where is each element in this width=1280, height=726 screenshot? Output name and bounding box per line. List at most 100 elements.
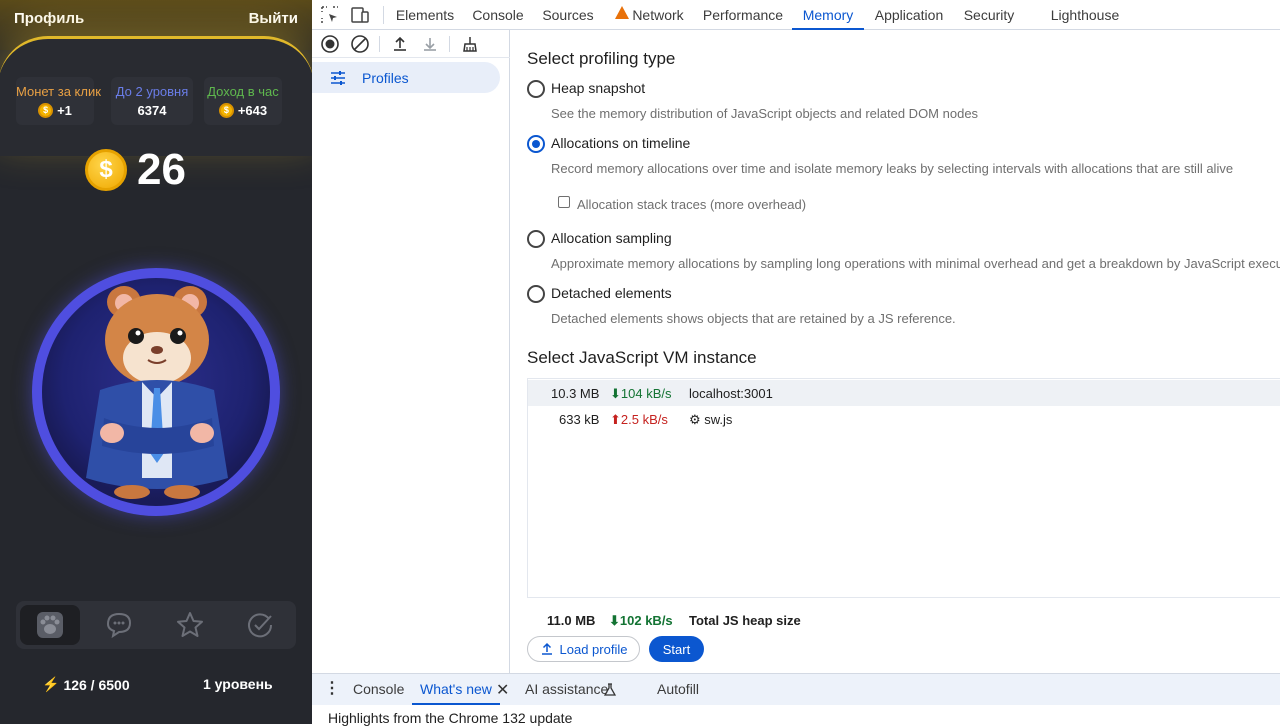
tab-sources[interactable]: Sources (540, 0, 596, 30)
tab-security[interactable]: Security (960, 0, 1018, 30)
stack-traces-label: Allocation stack traces (more overhead) (577, 197, 807, 212)
sidebar-item-profiles[interactable]: Profiles (312, 62, 500, 93)
drawer-tab-whats-new[interactable]: What's new (412, 674, 500, 705)
total-rate: ⬇102 kB/s (609, 613, 673, 628)
total-heap: 11.0 MB ⬇102 kB/s Total JS heap size (511, 613, 1280, 633)
load-profile-button[interactable]: Load profile (527, 636, 640, 662)
option-desc: Record memory allocations over time and … (551, 161, 1234, 176)
devtools-panel: Elements Console Sources Network Perform… (312, 0, 1280, 726)
radio-detached-elements[interactable] (527, 285, 545, 303)
vm-size: 633 kB (559, 412, 600, 427)
stat-value: +1 (57, 103, 72, 118)
option-heap-snapshot[interactable]: Heap snapshot See the memory distributio… (527, 80, 1267, 124)
vm-name: localhost:3001 (689, 386, 773, 401)
coin-icon: $ (218, 103, 234, 118)
device-toolbar-icon[interactable] (350, 5, 370, 25)
tab-network[interactable]: Network (632, 0, 684, 30)
option-title: Heap snapshot (551, 80, 646, 96)
tab-performance[interactable]: Performance (702, 0, 784, 30)
flask-icon (604, 683, 616, 696)
stat-value: +643 (237, 103, 268, 118)
sidebar-item-label: Profiles (362, 70, 409, 86)
vm-row-sw[interactable]: 633 kB ⬆2.5 kB/s ⚙ sw.js (528, 406, 1280, 432)
nav-tasks[interactable] (230, 605, 290, 645)
nav-chat[interactable] (90, 605, 150, 645)
vm-instance-heading: Select JavaScript VM instance (527, 348, 757, 367)
energy-counter: ⚡ 126 / 6500 (42, 676, 130, 693)
nav-star[interactable] (160, 605, 220, 645)
balance-value: 26 (137, 145, 186, 194)
paw-icon (37, 612, 63, 638)
option-title: Allocation sampling (551, 230, 672, 246)
tab-application[interactable]: Application (872, 0, 946, 30)
upload-icon[interactable] (390, 34, 410, 54)
total-size: 11.0 MB (547, 613, 596, 628)
record-icon[interactable] (320, 34, 340, 54)
hamster-tap-button[interactable] (32, 268, 280, 516)
devtools-tabbar: Elements Console Sources Network Perform… (312, 0, 1280, 30)
coin-icon: $ (38, 103, 54, 118)
stat-label: До 2 уровня (115, 84, 189, 99)
chat-icon (106, 612, 132, 639)
nav-paw[interactable] (20, 605, 80, 645)
lightning-icon: ⚡ (42, 676, 60, 692)
tab-memory[interactable]: Memory (792, 0, 864, 30)
stat-label: Монет за клик (16, 84, 101, 99)
toolbar-divider (383, 6, 384, 24)
bottom-nav (16, 601, 296, 649)
profiling-type-heading: Select profiling type (527, 49, 676, 68)
option-allocations-timeline[interactable]: Allocations on timeline Record memory al… (527, 135, 1267, 179)
option-desc: Approximate memory allocations by sampli… (551, 256, 1280, 271)
stack-traces-checkbox[interactable] (558, 196, 570, 208)
warning-icon (615, 6, 629, 19)
stat-label: Доход в час (207, 84, 279, 99)
memory-sidebar: Profiles (312, 30, 510, 673)
more-vert-icon[interactable]: ⋮ (324, 681, 340, 699)
drawer-tab-ai-assistance[interactable]: AI assistance (525, 674, 608, 705)
radio-allocations-timeline[interactable] (527, 135, 545, 153)
tab-elements[interactable]: Elements (392, 0, 458, 30)
option-detached-elements[interactable]: Detached elements Detached elements show… (527, 285, 1267, 329)
clicker-app: Профиль Выйти Монет за клик $ +1 До 2 уро… (0, 0, 312, 724)
vm-rate: ⬆2.5 kB/s (610, 412, 668, 427)
option-allocation-sampling[interactable]: Allocation sampling Approximate memory a… (527, 230, 1280, 274)
stat-value: 6374 (137, 103, 167, 118)
stat-to-next-level: До 2 уровня 6374 (111, 77, 193, 125)
radio-heap-snapshot[interactable] (527, 80, 545, 98)
drawer-tab-console[interactable]: Console (353, 674, 404, 705)
vm-row-localhost[interactable]: 10.3 MB ⬇104 kB/s localhost:3001 (528, 380, 1280, 406)
profile-link[interactable]: Профиль (14, 10, 84, 27)
devtools-drawer: ⋮ Console What's new ✕ AI assistance Aut… (312, 673, 1280, 705)
stat-income-per-hour: Доход в час $ +643 (204, 77, 282, 125)
check-icon (248, 613, 273, 638)
option-title: Allocations on timeline (551, 135, 691, 151)
vm-name: ⚙ sw.js (689, 412, 733, 427)
option-desc: Detached elements shows objects that are… (551, 311, 956, 326)
option-desc: See the memory distribution of JavaScrip… (551, 106, 979, 121)
star-icon (177, 612, 203, 637)
hamster-illustration (86, 286, 228, 499)
inspect-element-icon[interactable] (320, 5, 340, 25)
start-button[interactable]: Start (649, 636, 704, 662)
close-icon[interactable]: ✕ (496, 680, 509, 700)
option-title: Detached elements (551, 285, 672, 301)
total-label: Total JS heap size (689, 613, 801, 628)
vm-rate: ⬇104 kB/s (610, 386, 672, 401)
clear-icon[interactable] (350, 34, 370, 54)
vm-instance-list: 10.3 MB ⬇104 kB/s localhost:3001 633 kB … (527, 378, 1280, 598)
coin-icon: $ (85, 149, 127, 191)
tune-icon (331, 71, 345, 85)
garbage-collect-icon[interactable] (460, 34, 480, 54)
memory-main: Select profiling type Heap snapshot See … (511, 30, 1280, 673)
app-header: Профиль Выйти (0, 0, 312, 40)
download-icon[interactable] (420, 34, 440, 54)
toolbar-divider (449, 36, 450, 52)
tab-console[interactable]: Console (468, 0, 528, 30)
tab-lighthouse[interactable]: Lighthouse (1050, 0, 1120, 30)
balance: $ 26 (85, 145, 186, 194)
memory-toolbar (312, 30, 510, 58)
radio-allocation-sampling[interactable] (527, 230, 545, 248)
energy-value: 126 / 6500 (63, 676, 130, 693)
logout-link[interactable]: Выйти (249, 10, 298, 27)
drawer-tab-autofill[interactable]: Autofill (657, 674, 699, 705)
